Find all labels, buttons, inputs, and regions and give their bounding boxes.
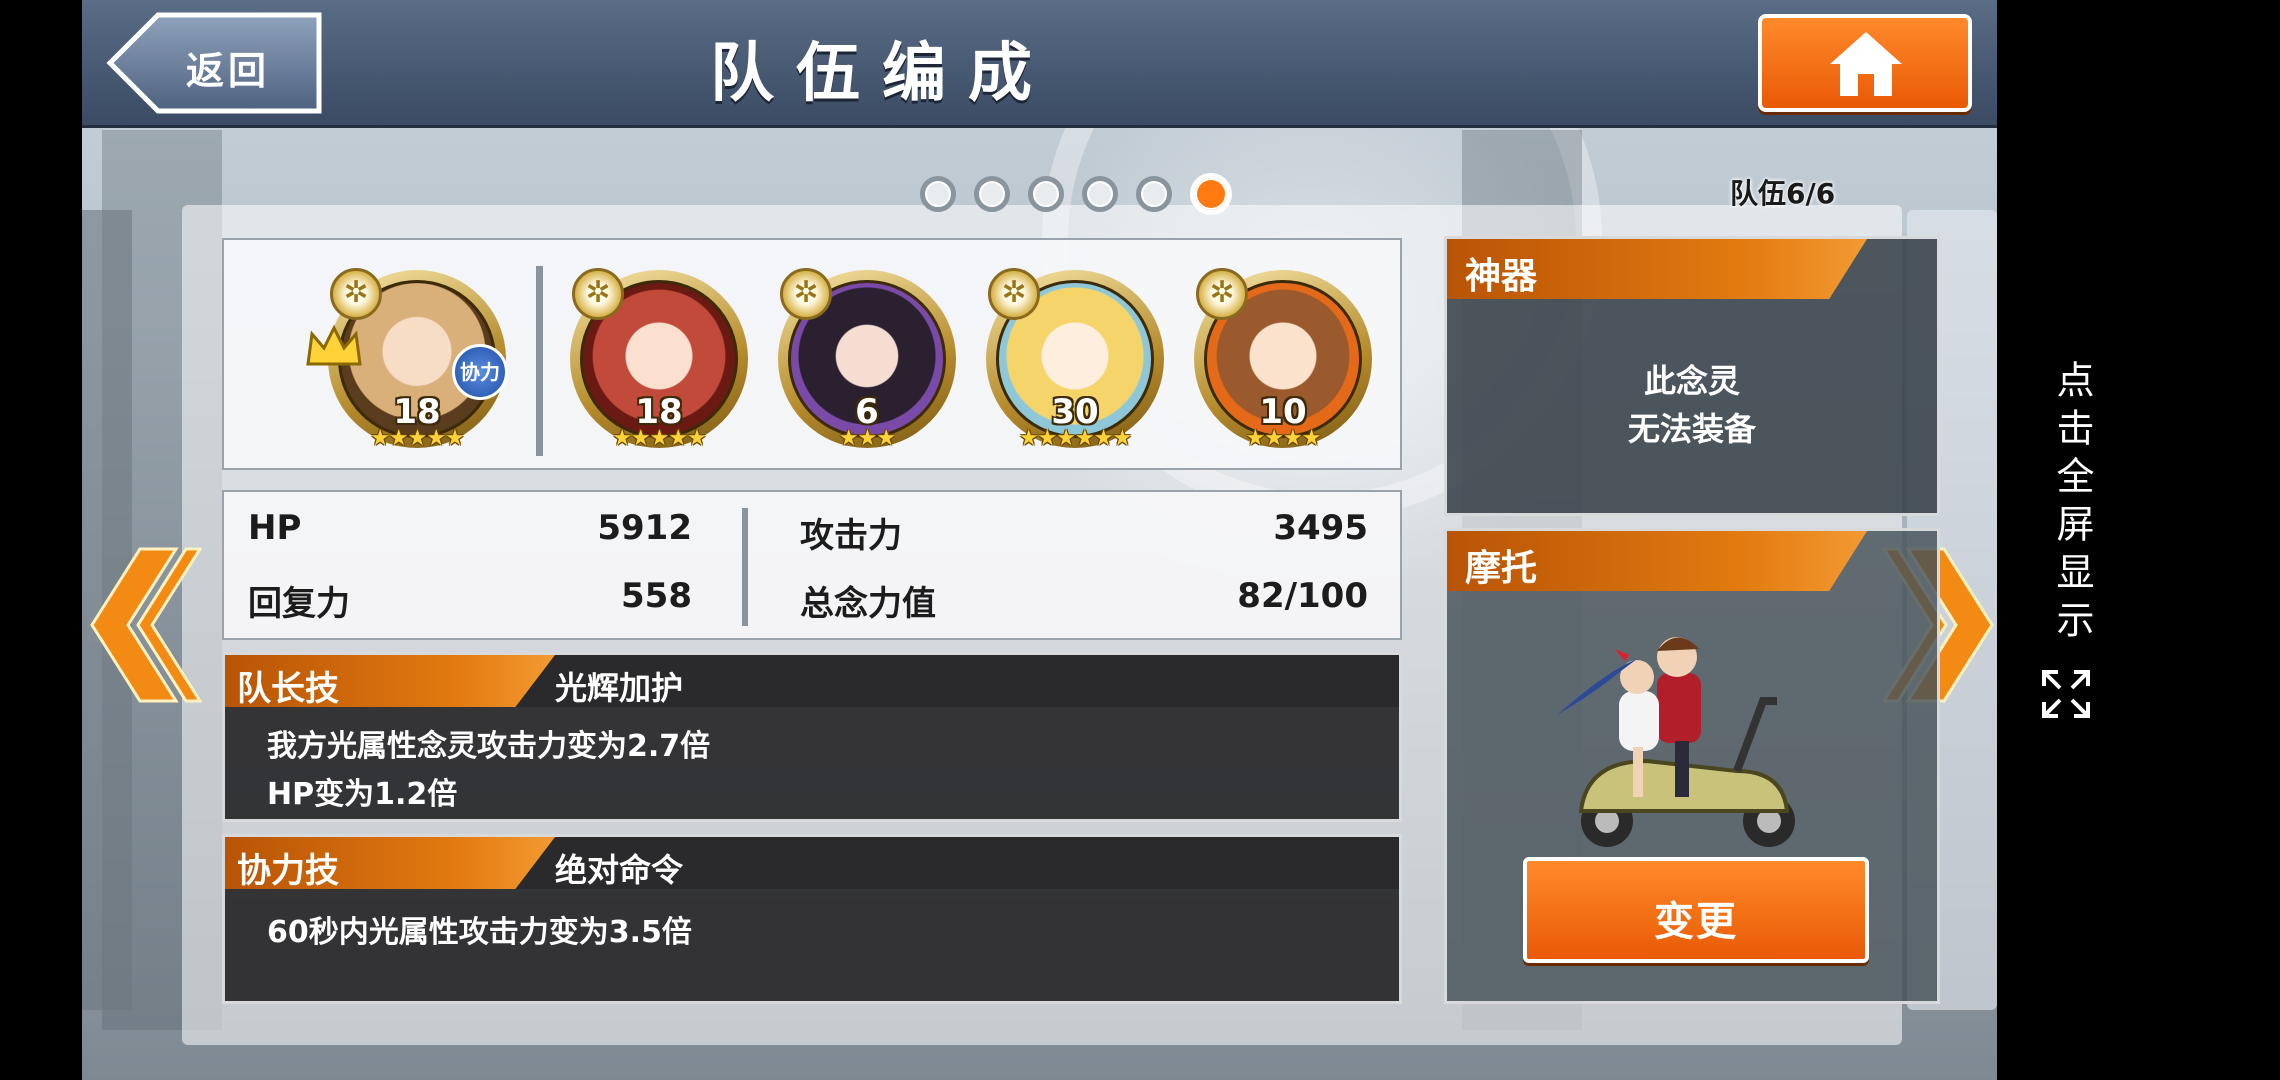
game-screen: 返回 队伍编成 队伍6/6 ✲ 协力 18 ★★★★★ ✲ 18 ★★★★★ ✲… [82, 0, 1997, 1080]
light-element-icon: ✲ [1196, 268, 1248, 320]
skill-tag: 队长技 [225, 655, 555, 707]
stat-value: 82/100 [1237, 576, 1368, 616]
member-stars: ★★★★★ [612, 426, 707, 451]
pager-dot-2[interactable] [974, 176, 1010, 212]
skill-description-line-1: 60秒内光属性攻击力变为3.5倍 [267, 915, 692, 950]
panel-tag: 神器 [1447, 239, 1867, 299]
pager-dot-6-active[interactable] [1190, 173, 1232, 215]
panel-tag-label: 摩托 [1465, 548, 1538, 589]
home-button[interactable] [1758, 14, 1972, 112]
stat-total-power: 总念力值 82/100 [800, 576, 1368, 624]
team-member-5[interactable]: ✲ 10 ★★★★ [1194, 268, 1372, 460]
member-stars: ★★★★★ [370, 426, 465, 451]
leader-crown-icon [306, 324, 362, 366]
light-element-icon: ✲ [988, 268, 1040, 320]
pager-dot-3[interactable] [1028, 176, 1064, 212]
back-label: 返回 [186, 49, 271, 93]
scooter-riders-image [1557, 637, 1795, 847]
leader-skill-panel: 队长技 光辉加护 我方光属性念灵攻击力变为2.7倍 HP变为1.2倍 [222, 652, 1402, 822]
team-member-1-leader[interactable]: ✲ 协力 18 ★★★★★ [306, 268, 508, 460]
stat-label: 攻击力 [800, 516, 902, 556]
pager-dot-5[interactable] [1136, 176, 1172, 212]
skill-name: 绝对命令 [555, 851, 684, 889]
prev-team-arrow-icon[interactable] [82, 545, 202, 705]
back-button[interactable]: 返回 [106, 12, 324, 114]
stat-attack: 攻击力 3495 [800, 508, 1368, 556]
skill-description-line-1: 我方光属性念灵攻击力变为2.7倍 [267, 729, 711, 764]
team-member-4[interactable]: ✲ 30 ★★★★★★ [986, 268, 1164, 460]
page-title: 队伍编成 [710, 37, 1054, 111]
stat-recovery: 回复力 558 [248, 576, 692, 624]
stat-label: 回复力 [248, 584, 350, 624]
skill-description-line-2: HP变为1.2倍 [267, 777, 458, 812]
team-stats-panel: HP 5912 回复力 558 攻击力 3495 总念力值 82/100 [222, 490, 1402, 640]
fullscreen-hint[interactable]: 点击全屏显示 [2040, 360, 2100, 648]
artifact-message: 此念灵 无法装备 [1447, 357, 1937, 453]
light-element-icon: ✲ [780, 268, 832, 320]
member-stars: ★★★ [838, 426, 896, 451]
stat-value: 5912 [597, 508, 692, 548]
light-element-icon: ✲ [572, 268, 624, 320]
stats-divider [742, 508, 748, 626]
stat-label: HP [248, 508, 302, 548]
change-button-label: 变更 [1654, 899, 1738, 945]
stat-value: 3495 [1273, 508, 1368, 548]
stat-hp: HP 5912 [248, 508, 692, 554]
skill-tag-label: 队长技 [237, 669, 339, 709]
light-element-icon: ✲ [330, 268, 382, 320]
stat-value: 558 [621, 576, 692, 616]
team-member-2[interactable]: ✲ 18 ★★★★★ [570, 268, 748, 460]
team-members-panel: ✲ 协力 18 ★★★★★ ✲ 18 ★★★★★ ✲ 6 ★★★ ✲ 30 ★★… [222, 238, 1402, 470]
coop-skill-panel: 协力技 绝对命令 60秒内光属性攻击力变为3.5倍 [222, 834, 1402, 1004]
team-counter: 队伍6/6 [1730, 177, 1836, 210]
member-stars: ★★★★ [1245, 426, 1322, 451]
fullscreen-expand-icon[interactable] [2040, 668, 2092, 720]
home-icon [1830, 32, 1902, 96]
skill-header: 协力技 绝对命令 [225, 837, 1399, 889]
leader-divider [536, 266, 543, 456]
skill-tag: 协力技 [225, 837, 555, 889]
artifact-message-line-2: 无法装备 [1627, 410, 1756, 448]
change-motorbike-button[interactable]: 变更 [1523, 857, 1869, 963]
artifact-message-line-1: 此念灵 [1643, 362, 1740, 400]
panel-tag: 摩托 [1447, 531, 1867, 591]
motorbike-panel: 摩托 变更 [1444, 528, 1940, 1004]
team-pager [920, 173, 1232, 215]
skill-tag-label: 协力技 [237, 851, 339, 891]
header-bar: 返回 队伍编成 [82, 0, 1997, 128]
pager-dot-1[interactable] [920, 176, 956, 212]
skill-name: 光辉加护 [555, 669, 684, 707]
stat-label: 总念力值 [800, 584, 936, 624]
pager-dot-4[interactable] [1082, 176, 1118, 212]
panel-tag-label: 神器 [1465, 256, 1538, 297]
artifact-panel: 神器 此念灵 无法装备 [1444, 236, 1940, 516]
member-stars: ★★★★★★ [1018, 426, 1132, 451]
skill-header: 队长技 光辉加护 [225, 655, 1399, 707]
team-member-3[interactable]: ✲ 6 ★★★ [778, 268, 956, 460]
